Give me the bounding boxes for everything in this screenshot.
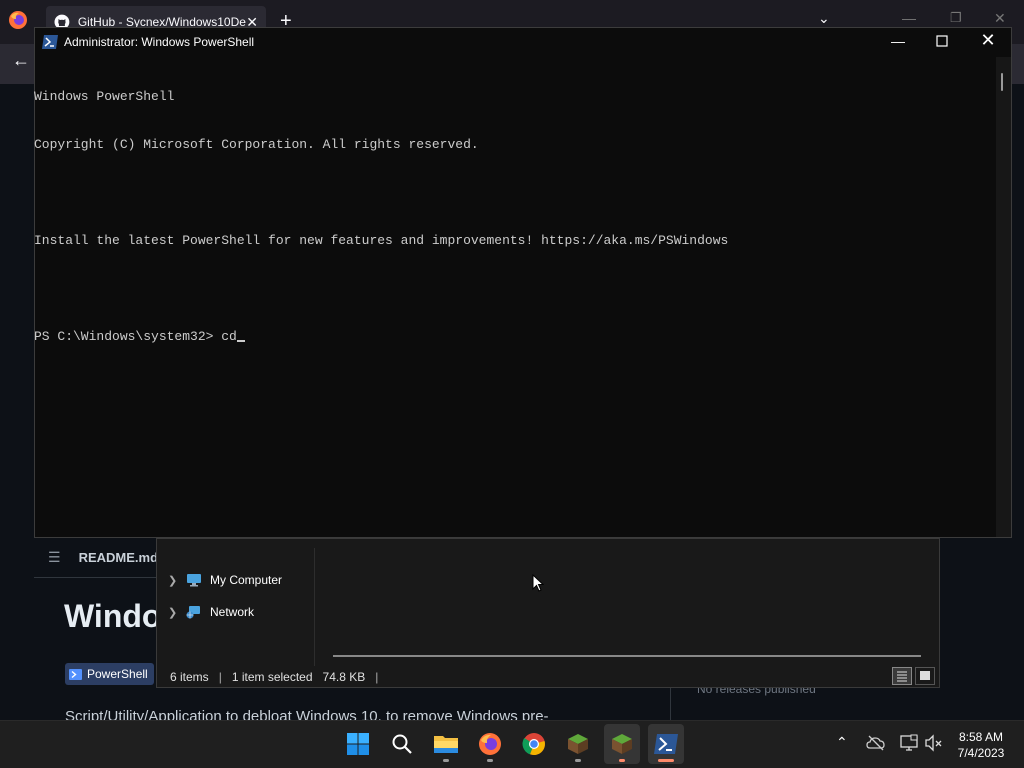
command-input[interactable]: cd — [221, 329, 237, 344]
text-cursor — [236, 340, 245, 342]
powershell-badge[interactable]: PowerShell — [65, 663, 154, 685]
minecraft-taskbar-button[interactable] — [560, 724, 596, 764]
tree-item-label: Network — [210, 605, 255, 619]
selection-size: 74.8 KB — [322, 670, 366, 684]
tree-item-label: My Computer — [210, 573, 283, 587]
system-clock[interactable]: 8:58 AM 7/4/2023 — [950, 729, 1012, 761]
navigation-pane-divider[interactable] — [314, 548, 315, 666]
prompt-text: PS C:\Windows\system32> — [34, 329, 222, 344]
running-indicator — [487, 759, 493, 762]
console-line: Install the latest PowerShell for new fe… — [34, 233, 729, 248]
search-button[interactable] — [384, 724, 420, 764]
console-line: Copyright (C) Microsoft Corporation. All… — [34, 137, 479, 152]
maximize-button[interactable] — [932, 33, 952, 49]
powershell-icon — [69, 668, 82, 680]
prompt-line[interactable]: PS C:\Windows\system32> cd — [34, 329, 996, 345]
details-view-button[interactable] — [892, 667, 912, 685]
list-tabs-chevron-icon[interactable]: ⌄ — [818, 10, 830, 27]
scrollbar-thumb[interactable] — [1001, 73, 1003, 91]
browser-restore-button[interactable]: ❐ — [950, 10, 962, 26]
file-explorer-window — [156, 538, 940, 688]
network-icon — [186, 606, 200, 619]
list-icon[interactable]: ☰ — [48, 549, 61, 566]
status-separator: | — [375, 670, 379, 684]
chrome-taskbar-button[interactable] — [516, 724, 552, 764]
file-explorer-taskbar-button[interactable] — [428, 724, 464, 764]
chrome-icon — [522, 733, 545, 756]
volume-muted-icon[interactable] — [924, 734, 944, 752]
vertical-scrollbar[interactable] — [996, 57, 1011, 537]
status-bar: 6 items | 1 item selected 74.8 KB | — [170, 670, 378, 684]
back-arrow-icon[interactable]: ← — [12, 50, 30, 71]
onedrive-offline-icon[interactable] — [866, 734, 886, 752]
horizontal-scrollbar[interactable] — [333, 655, 921, 657]
firefox-taskbar-button[interactable] — [472, 724, 508, 764]
clock-time: 8:58 AM — [958, 730, 1004, 744]
running-indicator — [443, 759, 449, 762]
mouse-pointer-icon — [532, 574, 544, 592]
window-title: Administrator: Windows PowerShell — [64, 35, 255, 49]
minimize-button[interactable]: — — [888, 33, 908, 49]
close-button[interactable]: ✕ — [978, 30, 998, 50]
item-count: 6 items — [170, 670, 209, 684]
network-status-icon[interactable] — [899, 734, 919, 752]
large-icons-view-icon — [920, 671, 930, 680]
chevron-right-icon[interactable]: ❯ — [168, 574, 178, 587]
status-separator: | — [218, 670, 222, 684]
running-indicator — [619, 759, 625, 762]
firefox-icon[interactable] — [8, 10, 28, 30]
folder-icon — [434, 736, 458, 753]
grass-block-icon — [612, 734, 632, 754]
powershell-icon — [42, 35, 58, 49]
tree-item-network[interactable]: ❯ Network — [168, 605, 254, 619]
clock-date: 7/4/2023 — [957, 746, 1005, 760]
console-output[interactable]: Windows PowerShell Copyright (C) Microso… — [34, 57, 996, 535]
tree-item-my-computer[interactable]: ❯ My Computer — [168, 573, 282, 587]
maximize-icon — [936, 35, 948, 47]
minecraft-launcher-taskbar-button[interactable] — [604, 724, 640, 764]
search-icon — [392, 734, 412, 754]
monitor-icon — [187, 574, 201, 587]
readme-label[interactable]: README.md — [79, 550, 158, 565]
show-hidden-icons-chevron-icon[interactable]: ⌃ — [836, 734, 848, 751]
badge-label: PowerShell — [87, 667, 148, 681]
running-indicator — [575, 759, 581, 762]
start-button[interactable] — [340, 724, 376, 764]
selection-count: 1 item selected — [231, 670, 313, 684]
chevron-right-icon[interactable]: ❯ — [168, 606, 178, 619]
firefox-icon — [479, 733, 501, 755]
browser-close-button[interactable]: ✕ — [994, 10, 1006, 27]
windows-logo-icon — [347, 733, 369, 755]
console-line: Windows PowerShell — [34, 89, 175, 104]
powershell-taskbar-button[interactable] — [648, 724, 684, 764]
grass-block-icon — [568, 734, 588, 754]
browser-minimize-button[interactable]: — — [902, 10, 916, 26]
details-view-icon — [897, 671, 907, 682]
powershell-icon — [654, 734, 678, 754]
powershell-title-bar[interactable]: Administrator: Windows PowerShell — [35, 28, 1011, 56]
large-icons-view-button[interactable] — [915, 667, 935, 685]
active-indicator — [658, 759, 674, 762]
